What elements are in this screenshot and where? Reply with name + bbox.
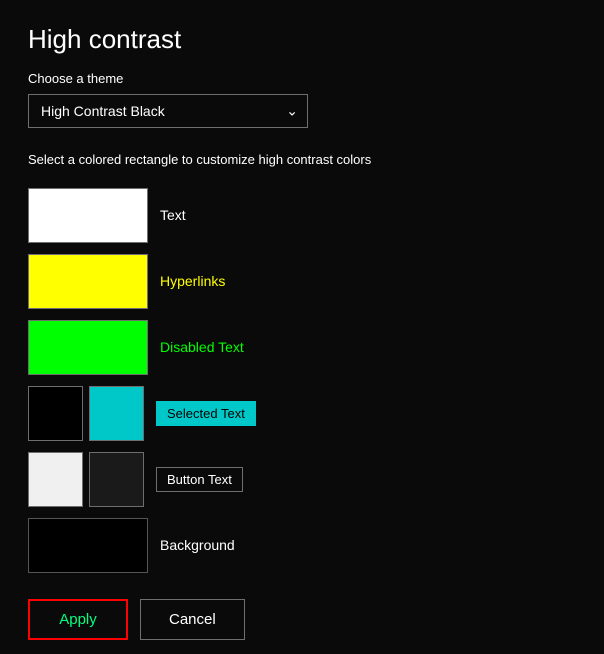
button-text-fg-swatch[interactable] bbox=[89, 452, 144, 507]
color-row-hyperlinks: Hyperlinks bbox=[28, 251, 576, 311]
choose-label: Choose a theme bbox=[28, 71, 576, 86]
color-row-selected-text: Selected Text bbox=[28, 383, 576, 443]
instruction-text: Select a colored rectangle to customize … bbox=[28, 152, 576, 167]
button-text-badge: Button Text bbox=[156, 467, 243, 492]
color-row-disabled-text: Disabled Text bbox=[28, 317, 576, 377]
selected-text-swatches bbox=[28, 386, 144, 441]
color-row-background: Background bbox=[28, 515, 576, 575]
background-label: Background bbox=[160, 537, 235, 553]
hyperlinks-label: Hyperlinks bbox=[160, 273, 225, 289]
theme-dropdown-wrapper[interactable]: High Contrast Black High Contrast White … bbox=[28, 94, 308, 128]
color-row-text: Text bbox=[28, 185, 576, 245]
color-rows: Text Hyperlinks Disabled Text Selected T… bbox=[28, 185, 576, 575]
apply-button[interactable]: Apply bbox=[28, 599, 128, 640]
text-swatch[interactable] bbox=[28, 188, 148, 243]
button-text-swatches bbox=[28, 452, 144, 507]
text-label: Text bbox=[160, 207, 186, 223]
action-buttons: Apply Cancel bbox=[28, 599, 576, 640]
page-title: High contrast bbox=[28, 24, 576, 55]
button-text-bg-swatch[interactable] bbox=[28, 452, 83, 507]
cancel-button[interactable]: Cancel bbox=[140, 599, 245, 640]
disabled-text-swatch[interactable] bbox=[28, 320, 148, 375]
selected-text-badge: Selected Text bbox=[156, 401, 256, 426]
selected-text-fg-swatch[interactable] bbox=[89, 386, 144, 441]
background-swatch[interactable] bbox=[28, 518, 148, 573]
color-row-button-text: Button Text bbox=[28, 449, 576, 509]
selected-text-bg-swatch[interactable] bbox=[28, 386, 83, 441]
disabled-text-label: Disabled Text bbox=[160, 339, 244, 355]
hyperlinks-swatch[interactable] bbox=[28, 254, 148, 309]
theme-dropdown[interactable]: High Contrast Black High Contrast White … bbox=[28, 94, 308, 128]
